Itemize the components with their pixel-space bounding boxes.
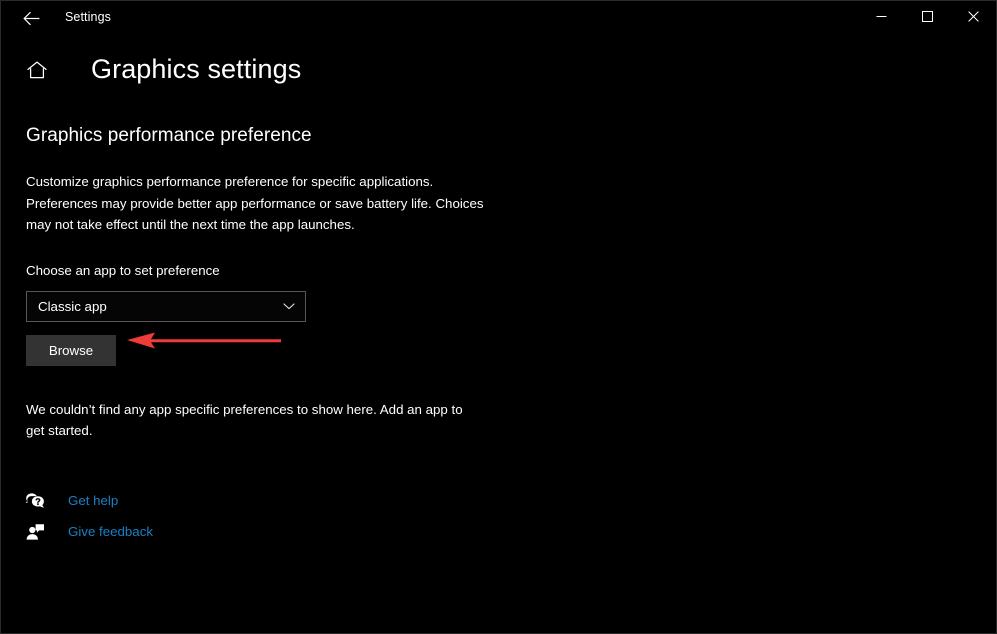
section-heading: Graphics performance preference (26, 125, 312, 146)
section-description: Customize graphics performance preferenc… (26, 174, 484, 232)
minimize-button[interactable] (858, 1, 904, 32)
main-content: Graphics performance preference Customiz… (26, 123, 626, 442)
app-type-dropdown[interactable]: Classic app (26, 290, 306, 322)
help-bubble-icon (24, 490, 46, 512)
page-header: Graphics settings (26, 56, 301, 83)
page-title: Graphics settings (91, 54, 302, 84)
footer-links: Get help Give feedback (24, 485, 153, 547)
maximize-button[interactable] (904, 1, 950, 32)
home-icon[interactable] (26, 59, 48, 81)
give-feedback-link[interactable]: Give feedback (24, 516, 153, 547)
title-bar: Settings (1, 1, 996, 33)
browse-button[interactable]: Browse (26, 334, 116, 366)
window-title: Settings (65, 10, 111, 24)
empty-state-message: We couldn’t find any app specific prefer… (26, 401, 463, 439)
maximize-icon (921, 11, 933, 22)
settings-window: Settings Graphics settings Graphics perf… (0, 0, 997, 634)
get-help-link[interactable]: Get help (24, 485, 153, 516)
dropdown-selected-value: Classic app (38, 298, 107, 314)
back-button[interactable] (9, 3, 53, 33)
dropdown-label: Choose an app to set preference (26, 262, 220, 278)
minimize-icon (876, 16, 886, 17)
chevron-down-icon (283, 303, 295, 310)
close-button[interactable] (950, 1, 996, 32)
give-feedback-label: Give feedback (68, 524, 154, 539)
arrow-left-icon (22, 11, 39, 25)
get-help-label: Get help (68, 493, 119, 508)
close-icon (967, 11, 979, 22)
feedback-person-icon (24, 521, 46, 543)
